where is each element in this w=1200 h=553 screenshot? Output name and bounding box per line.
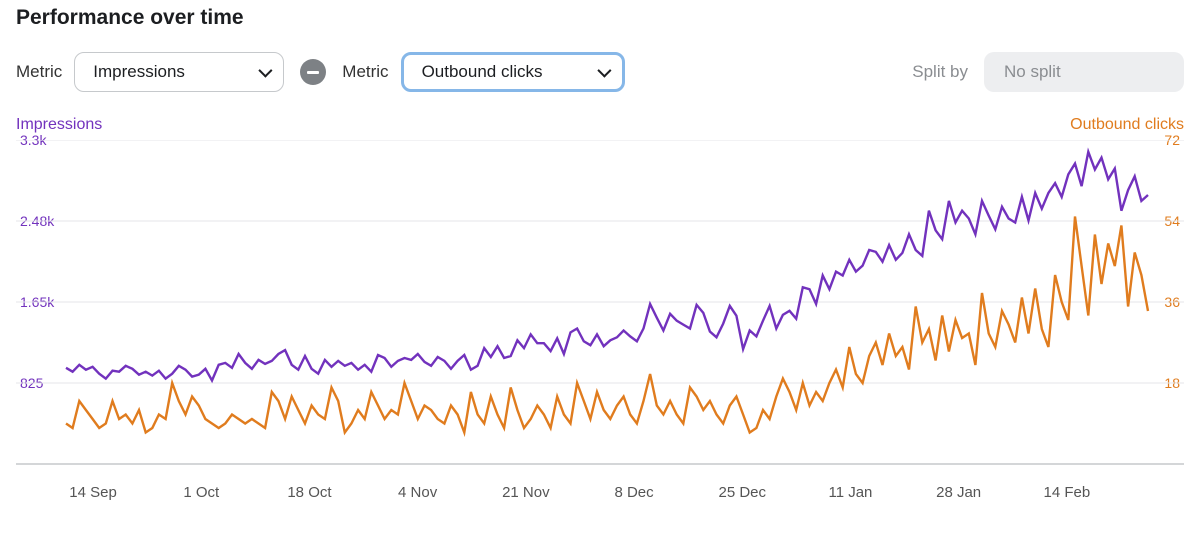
x-tick: 11 Jan [828, 484, 872, 501]
split-by-value: No split [1004, 62, 1061, 82]
chart-container: 3.3k2.48k1.65k825 72543618 14 Sep1 Oct18… [16, 140, 1184, 510]
chevron-down-icon [245, 62, 269, 82]
series-impressions [66, 152, 1148, 381]
metric-1-group: Metric Impressions [16, 52, 284, 92]
x-axis-ticks: 14 Sep 1 Oct 18 Oct 4 Nov 21 Nov 8 Dec 25 Dec 1… [16, 484, 1184, 510]
x-tick: 1 Oct [183, 484, 219, 501]
x-tick: 21 Nov [502, 484, 550, 501]
metric-2-select[interactable]: Outbound clicks [401, 52, 625, 92]
metric-1-value: Impressions [93, 62, 185, 82]
chart-plot [16, 140, 1184, 480]
controls-bar: Metric Impressions Metric Outbound click… [16, 52, 1184, 92]
metric-1-select[interactable]: Impressions [74, 52, 284, 92]
metric-2-label: Metric [342, 62, 388, 82]
split-by-label: Split by [912, 62, 968, 82]
x-tick: 4 Nov [398, 484, 437, 501]
page-title: Performance over time [16, 6, 1184, 30]
series-outbound-clicks [66, 217, 1148, 433]
x-tick: 14 Feb [1043, 484, 1090, 501]
chevron-down-icon [584, 62, 608, 82]
legend-row: Impressions Outbound clicks [16, 116, 1184, 134]
remove-metric-icon[interactable] [300, 59, 326, 85]
x-tick: 8 Dec [614, 484, 653, 501]
x-tick: 25 Dec [718, 484, 766, 501]
x-tick: 18 Oct [287, 484, 331, 501]
x-tick: 14 Sep [69, 484, 117, 501]
metric-2-group: Metric Outbound clicks [342, 52, 624, 92]
split-by-select[interactable]: No split [984, 52, 1184, 92]
metric-1-label: Metric [16, 62, 62, 82]
grid-lines [16, 140, 1184, 383]
x-tick: 28 Jan [936, 484, 981, 501]
metric-2-value: Outbound clicks [422, 62, 543, 82]
